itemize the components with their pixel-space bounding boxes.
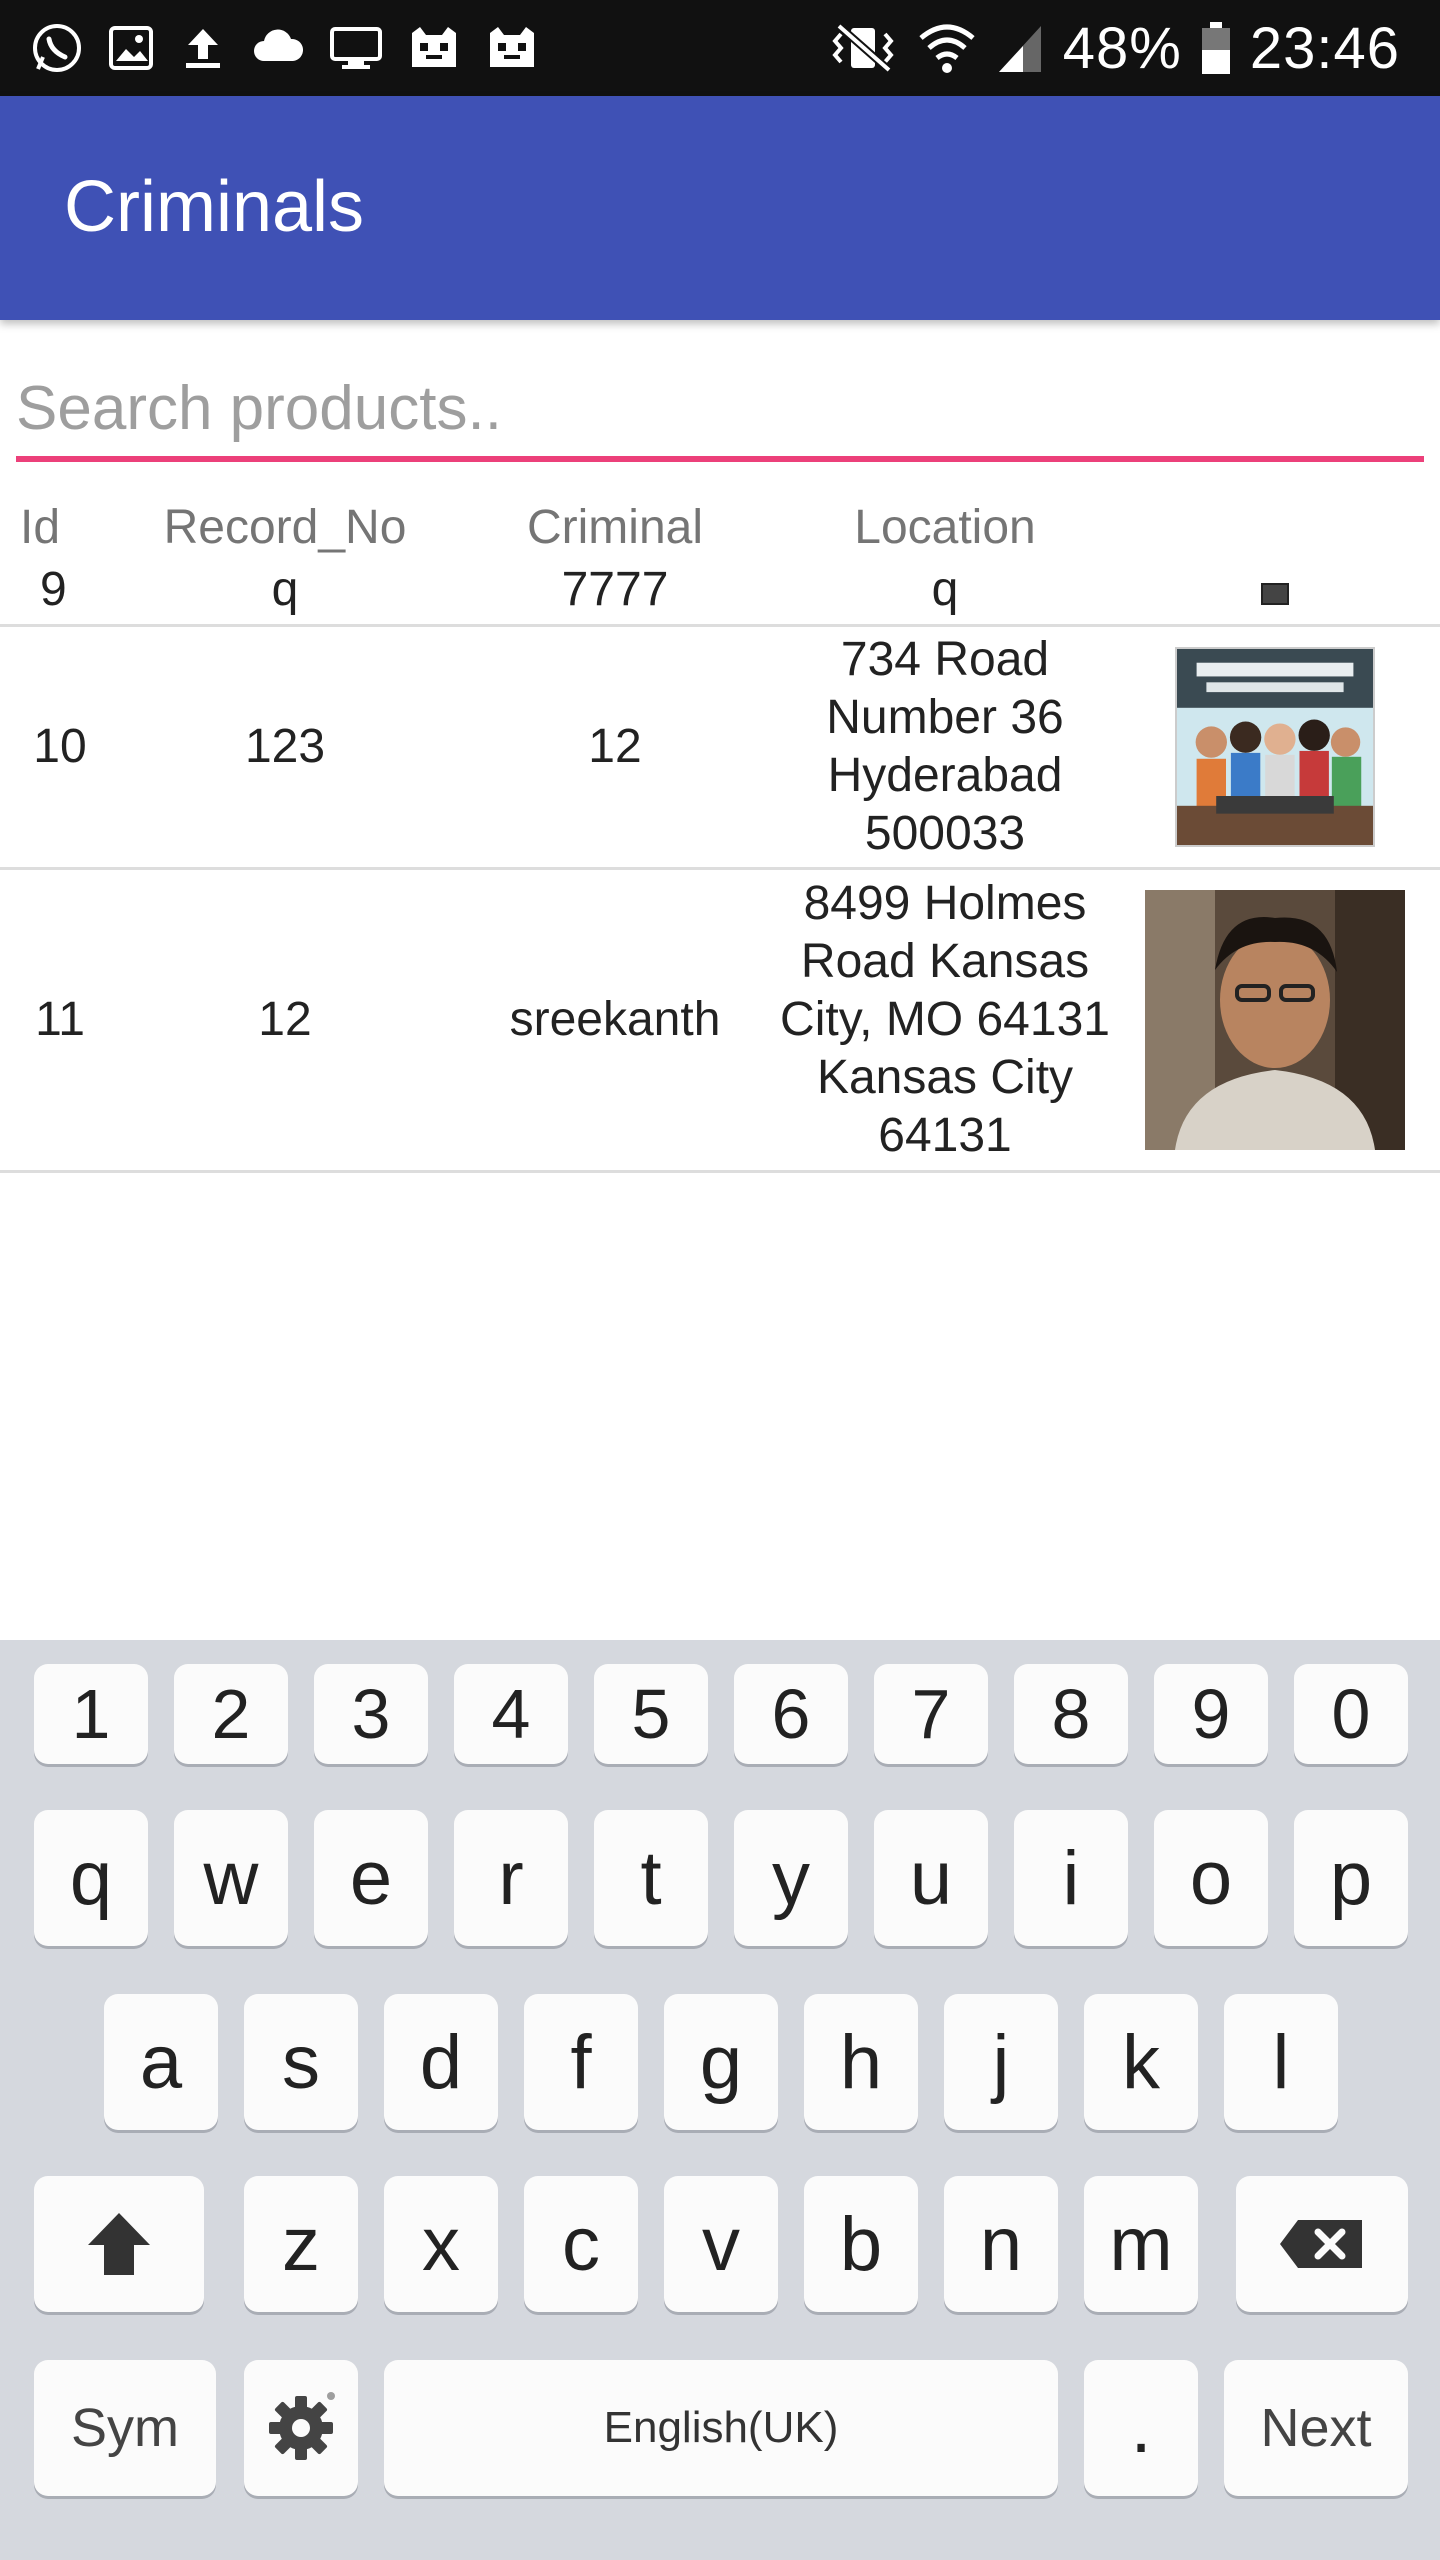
monitor-icon	[328, 23, 384, 73]
key-d[interactable]: d	[384, 1994, 498, 2130]
key-x[interactable]: x	[384, 2176, 498, 2312]
key-3[interactable]: 3	[314, 1664, 428, 1764]
app-icon	[406, 23, 462, 73]
table-row[interactable]: 11 12 sreekanth 8499 Holmes Road Kansas …	[0, 870, 1440, 1170]
key-p[interactable]: p	[1294, 1810, 1408, 1946]
row-divider	[0, 1170, 1440, 1173]
space-bar[interactable]: English(UK)	[384, 2360, 1058, 2496]
broken-image-icon	[1261, 583, 1289, 605]
search-field[interactable]	[16, 360, 1424, 462]
key-b[interactable]: b	[804, 2176, 918, 2312]
header-row-id: 9	[40, 563, 67, 616]
key-g[interactable]: g	[664, 1994, 778, 2130]
key-y[interactable]: y	[734, 1810, 848, 1946]
sym-key[interactable]: Sym	[34, 2360, 216, 2496]
row-location: 734 Road Number 36 Hyderabad 500033	[826, 633, 1064, 860]
table-header: Id Record_No Criminal Location 9 q 7777 …	[0, 490, 1440, 624]
key-a[interactable]: a	[104, 1994, 218, 2130]
soft-keyboard: 1 2 3 4 5 6 7 8 9 0 q w e r t y u i o p …	[0, 1640, 1440, 2560]
header-row-location: q	[931, 563, 959, 616]
key-u[interactable]: u	[874, 1810, 988, 1946]
header-row-criminal: 7777	[561, 563, 669, 616]
clock: 23:46	[1249, 15, 1400, 81]
image-icon	[106, 23, 156, 73]
status-left-icons	[30, 20, 540, 76]
key-0[interactable]: 0	[1294, 1664, 1408, 1764]
key-2[interactable]: 2	[174, 1664, 288, 1764]
search-input[interactable]	[16, 360, 1424, 456]
key-9[interactable]: 9	[1154, 1664, 1268, 1764]
key-n[interactable]: n	[944, 2176, 1058, 2312]
cloud-icon	[250, 23, 306, 73]
row-record-no: 12	[258, 993, 312, 1046]
key-i[interactable]: i	[1014, 1810, 1128, 1946]
key-5[interactable]: 5	[594, 1664, 708, 1764]
header-row-image[interactable]	[1130, 562, 1420, 617]
row-id: 10	[33, 720, 87, 773]
key-q[interactable]: q	[34, 1810, 148, 1946]
status-right: 48% 23:46	[827, 12, 1400, 84]
row-id: 11	[35, 993, 85, 1046]
row-criminal: sreekanth	[509, 993, 721, 1046]
search-underline	[16, 456, 1424, 462]
row-record-no: 123	[244, 720, 326, 773]
row-location: 8499 Holmes Road Kansas City, MO 64131 K…	[780, 877, 1110, 1162]
column-header-id: Id	[20, 501, 61, 554]
key-c[interactable]: c	[524, 2176, 638, 2312]
key-v[interactable]: v	[664, 2176, 778, 2312]
upload-icon	[178, 23, 228, 73]
status-bar: 48% 23:46	[0, 0, 1440, 96]
row-criminal: 12	[588, 720, 642, 773]
key-7[interactable]: 7	[874, 1664, 988, 1764]
key-f[interactable]: f	[524, 1994, 638, 2130]
period-key[interactable]: .	[1084, 2360, 1198, 2496]
person-photo-thumbnail	[1145, 890, 1405, 1150]
row-photo[interactable]	[1130, 890, 1420, 1150]
row-photo[interactable]	[1130, 647, 1420, 847]
key-j[interactable]: j	[944, 1994, 1058, 2130]
table-row[interactable]: 10 123 12 734 Road Number 36 Hyderabad 5…	[0, 627, 1440, 867]
battery-icon	[1200, 20, 1232, 76]
shift-arrow-icon	[88, 2213, 150, 2275]
key-m[interactable]: m	[1084, 2176, 1198, 2312]
app-icon	[484, 23, 540, 73]
column-header-criminal: Criminal	[526, 501, 703, 554]
backspace-key[interactable]	[1236, 2176, 1408, 2312]
wifi-icon	[917, 20, 977, 76]
battery-percent: 48%	[1062, 15, 1182, 81]
key-t[interactable]: t	[594, 1810, 708, 1946]
key-k[interactable]: k	[1084, 1994, 1198, 2130]
key-o[interactable]: o	[1154, 1810, 1268, 1946]
app-bar: Criminals	[0, 96, 1440, 320]
whatsapp-icon	[30, 21, 84, 75]
next-key[interactable]: Next	[1224, 2360, 1408, 2496]
key-h[interactable]: h	[804, 1994, 918, 2130]
column-header-location: Location	[854, 501, 1036, 554]
key-4[interactable]: 4	[454, 1664, 568, 1764]
gear-icon	[269, 2392, 335, 2460]
key-8[interactable]: 8	[1014, 1664, 1128, 1764]
settings-key[interactable]	[244, 2360, 358, 2496]
key-w[interactable]: w	[174, 1810, 288, 1946]
signal-icon	[995, 20, 1045, 76]
shift-key[interactable]	[34, 2176, 204, 2312]
key-6[interactable]: 6	[734, 1664, 848, 1764]
page-title: Criminals	[64, 167, 365, 247]
key-l[interactable]: l	[1224, 1994, 1338, 2130]
group-photo-thumbnail	[1175, 647, 1375, 847]
backspace-icon	[1280, 2220, 1362, 2268]
key-z[interactable]: z	[244, 2176, 358, 2312]
key-r[interactable]: r	[454, 1810, 568, 1946]
key-e[interactable]: e	[314, 1810, 428, 1946]
key-s[interactable]: s	[244, 1994, 358, 2130]
header-row-record-no: q	[271, 563, 299, 616]
column-header-record-no: Record_No	[163, 501, 407, 554]
key-1[interactable]: 1	[34, 1664, 148, 1764]
vibrate-icon	[827, 20, 899, 76]
